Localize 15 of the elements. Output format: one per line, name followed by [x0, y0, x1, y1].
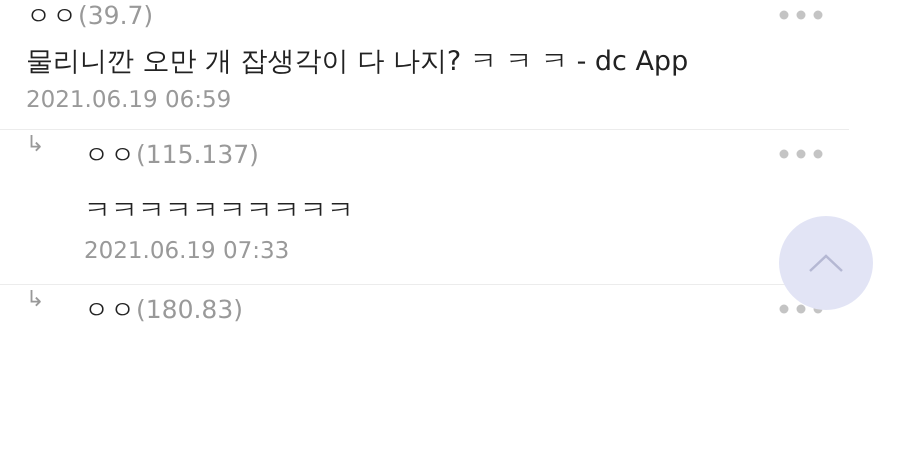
author-name: ㅇㅇ — [84, 294, 136, 326]
comment-text: ㅋㅋㅋㅋㅋㅋㅋㅋㅋㅋ — [84, 194, 355, 228]
reply-arrow-icon: ↳ — [26, 285, 84, 333]
more-options-icon[interactable] — [779, 10, 823, 20]
comment-date: 2021.06.19 06:59 — [26, 87, 232, 113]
author-name: ㅇㅇ — [26, 0, 78, 32]
more-options-icon[interactable] — [779, 149, 823, 159]
comment-date: 2021.06.19 07:33 — [84, 238, 290, 264]
ip-address: (39.7) — [78, 0, 154, 30]
author-name: ㅇㅇ — [84, 138, 136, 170]
ip-address: (115.137) — [136, 140, 259, 168]
reply-arrow-icon: ↳ — [26, 130, 84, 284]
chevron-up-icon — [808, 253, 844, 273]
comment-text: 물리니깐 오만 개 잡생각이 다 나지? ㅋ ㅋ ㅋ - dc App — [26, 45, 690, 79]
ip-address: (180.83) — [136, 294, 243, 324]
